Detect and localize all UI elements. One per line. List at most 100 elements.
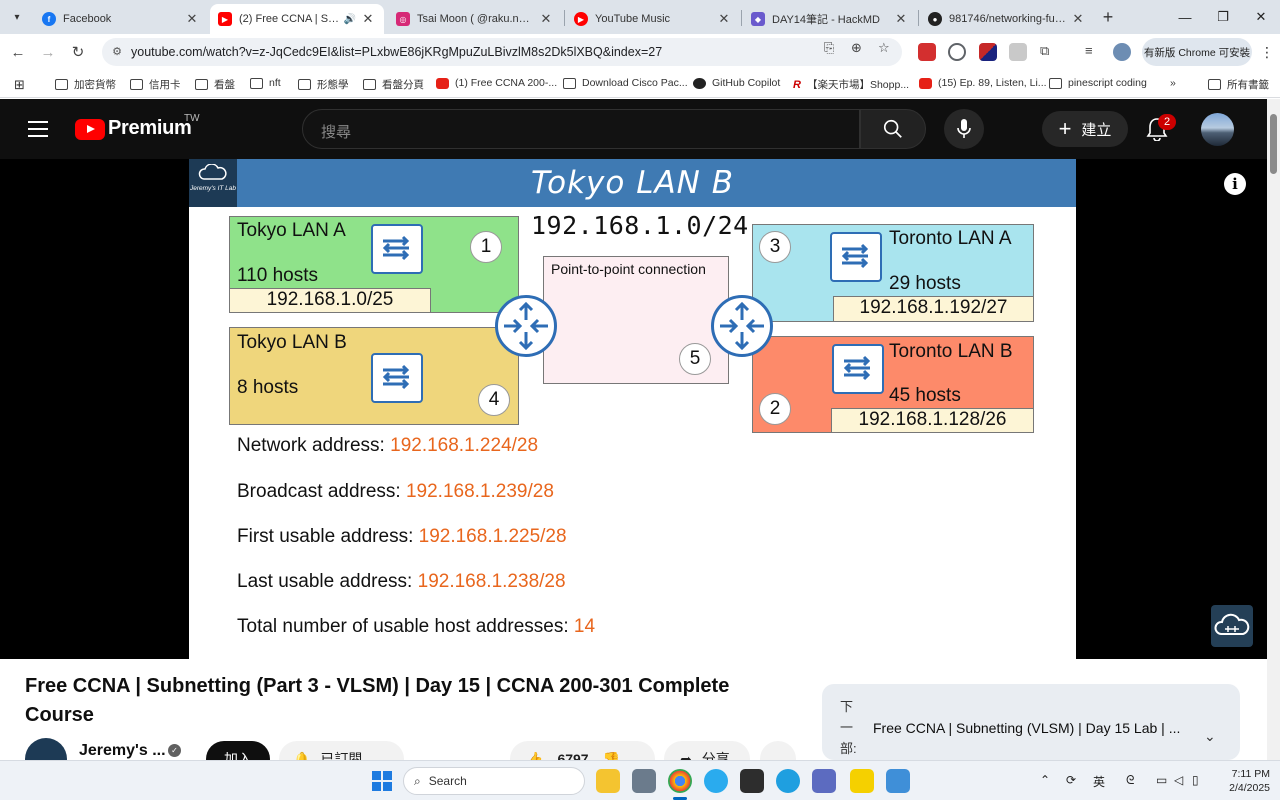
github-icon: ● — [928, 12, 942, 26]
terminal-icon[interactable] — [740, 769, 764, 793]
chevron-down-icon[interactable]: ⌄ — [1204, 728, 1216, 745]
up-next-title[interactable]: Free CCNA | Subnetting (VLSM) | Day 15 L… — [873, 720, 1180, 736]
taskbar-search-box[interactable]: ⌕ Search — [403, 767, 585, 795]
extension-icon[interactable] — [979, 43, 997, 61]
router-icon — [711, 295, 773, 357]
calculator-icon[interactable] — [812, 769, 836, 793]
ime-mode-icon[interactable]: ᘓ — [1126, 773, 1134, 788]
battery-icon[interactable]: ▯ — [1192, 773, 1199, 787]
tab-separator — [741, 10, 742, 26]
search-input[interactable]: 搜尋 — [302, 109, 860, 149]
bookmark-star-icon[interactable]: ☆ — [878, 40, 890, 56]
chrome-menu-icon[interactable]: ⋮ — [1260, 44, 1274, 61]
bookmark-link[interactable]: (1) Free CCNA 200-... — [436, 77, 557, 89]
bookmark-link[interactable]: R 【楽天市場】Shopp... — [793, 77, 909, 92]
install-app-icon[interactable]: ⎘ — [824, 40, 834, 56]
close-tab-icon[interactable]: ✕ — [538, 11, 554, 27]
tray-chevron-icon[interactable]: ⌃ — [1040, 773, 1050, 787]
info-value: 192.168.1.238/28 — [417, 571, 566, 592]
new-badge-extension-icon[interactable] — [918, 43, 936, 61]
bookmark-folder[interactable]: 看盤 — [195, 77, 235, 92]
address-bar[interactable]: ⚙ youtube.com/watch?v=z-JqCedc9EI&list=P… — [102, 38, 902, 66]
notepad-icon[interactable] — [886, 769, 910, 793]
zoom-icon[interactable]: ⊕ — [851, 40, 862, 56]
extension-icon[interactable] — [1009, 43, 1027, 61]
app-icon[interactable] — [632, 769, 656, 793]
telegram-icon[interactable] — [704, 769, 728, 793]
lan-hosts: 29 hosts — [889, 273, 961, 294]
search-button[interactable] — [860, 109, 926, 149]
bookmark-folder[interactable]: 信用卡 — [130, 77, 181, 92]
chrome-update-button[interactable]: 有新版 Chrome 可安裝 — [1142, 38, 1252, 66]
switch-icon — [371, 353, 423, 403]
bookmark-folder[interactable]: pinescript coding — [1049, 77, 1147, 89]
bookmark-folder[interactable]: 看盤分頁 — [363, 77, 424, 92]
bookmark-folder[interactable]: nft — [250, 77, 281, 89]
tab-instagram[interactable]: ◎ Tsai Moon ( @raku.nene ) ✕ — [388, 4, 562, 34]
file-explorer-icon[interactable] — [596, 769, 620, 793]
bookmark-label: 【楽天市場】Shopp... — [806, 79, 910, 91]
youtube-premium-logo[interactable]: Premium — [108, 117, 192, 140]
extensions-puzzle-icon[interactable]: ⧉ — [1040, 43, 1049, 59]
new-tab-button[interactable]: + — [1098, 7, 1118, 28]
close-tab-icon[interactable]: ✕ — [893, 11, 909, 27]
ime-indicator[interactable]: 英 — [1093, 773, 1105, 790]
back-button[interactable]: ← — [6, 40, 30, 64]
menu-hamburger-icon[interactable] — [28, 121, 48, 142]
youtube-logo-icon[interactable] — [75, 119, 105, 140]
bookmark-folder[interactable]: 形態學 — [298, 77, 349, 92]
bookmark-link[interactable]: Download Cisco Pac... — [563, 77, 688, 89]
tab-youtube-music[interactable]: ▶ YouTube Music ✕ — [566, 4, 740, 34]
forward-button[interactable]: → — [36, 40, 60, 64]
apps-grid-icon[interactable]: ⊞ — [14, 77, 25, 93]
subnet-block-label: 192.168.1.0/24 — [531, 211, 749, 240]
video-player[interactable]: Jeremy's IT Lab Tokyo LAN B 192.168.1.0/… — [0, 159, 1267, 659]
extension-icon[interactable] — [948, 43, 966, 61]
chrome-icon[interactable] — [668, 769, 692, 793]
media-control-icon[interactable]: ≡ — [1085, 43, 1093, 58]
site-info-icon[interactable]: ⚙ — [110, 45, 124, 59]
lan-address: 192.168.1.128/26 — [831, 408, 1034, 433]
volume-icon[interactable]: ◁ — [1174, 773, 1183, 787]
close-window-button[interactable]: ✕ — [1242, 0, 1280, 34]
cloud-logo-icon — [1214, 613, 1250, 635]
tab-hackmd[interactable]: ◆ DAY14筆記 - HackMD ✕ — [743, 4, 917, 34]
bookmarks-overflow-button[interactable]: » — [1170, 77, 1176, 89]
restore-button[interactable]: ❐ — [1204, 0, 1242, 34]
all-bookmarks-folder[interactable]: 所有書籤 — [1208, 77, 1269, 92]
up-next-panel[interactable]: 下一部: Free CCNA | Subnetting (VLSM) | Day… — [822, 684, 1240, 760]
profile-icon[interactable] — [1113, 43, 1131, 61]
info-card-icon[interactable]: i — [1224, 173, 1246, 195]
tab-facebook[interactable]: f Facebook ✕ — [34, 4, 208, 34]
minimize-button[interactable]: — — [1166, 0, 1204, 34]
edge-icon[interactable] — [776, 769, 800, 793]
audio-playing-icon[interactable]: 🔊 — [344, 14, 356, 25]
bookmark-link[interactable]: (15) Ep. 89, Listen, Li... — [919, 77, 1047, 89]
page-scrollbar[interactable] — [1267, 99, 1280, 760]
close-tab-icon[interactable]: ✕ — [716, 11, 732, 27]
close-tab-icon[interactable]: ✕ — [184, 11, 200, 27]
tab-github[interactable]: ● 981746/networking-funda ✕ — [920, 4, 1094, 34]
bookmark-link[interactable]: GitHub Copilot — [693, 77, 780, 89]
bookmark-folder[interactable]: 加密貨幣 — [55, 77, 116, 92]
last-usable-line: Last usable address: 192.168.1.238/28 — [237, 571, 566, 593]
account-avatar[interactable] — [1201, 113, 1234, 146]
scrollbar-thumb[interactable] — [1270, 114, 1277, 174]
channel-watermark[interactable] — [1211, 605, 1253, 647]
close-tab-icon[interactable]: ✕ — [360, 11, 376, 27]
create-button[interactable]: + 建立 — [1042, 111, 1128, 147]
tab-free-ccna[interactable]: ▶ (2) Free CCNA | Subnet 🔊 ✕ — [210, 4, 384, 34]
tab-search-button[interactable]: ▾ — [6, 6, 28, 28]
windows-start-icon[interactable] — [372, 771, 392, 791]
voice-search-button[interactable] — [944, 109, 984, 149]
url-text[interactable]: youtube.com/watch?v=z-JqCedc9EI&list=PLx… — [131, 45, 662, 59]
bookmark-label: nft — [269, 77, 281, 89]
channel-name[interactable]: Jeremy's ... — [79, 742, 166, 760]
network-icon[interactable]: ▭ — [1156, 773, 1167, 787]
sync-icon[interactable]: ⟳ — [1066, 773, 1076, 787]
app-icon[interactable] — [850, 769, 874, 793]
allocation-order-badge: 4 — [478, 384, 510, 416]
taskbar-clock[interactable]: 7:11 PM 2/4/2025 — [1206, 767, 1270, 795]
reload-button[interactable]: ↻ — [66, 40, 90, 64]
close-tab-icon[interactable]: ✕ — [1070, 11, 1086, 27]
